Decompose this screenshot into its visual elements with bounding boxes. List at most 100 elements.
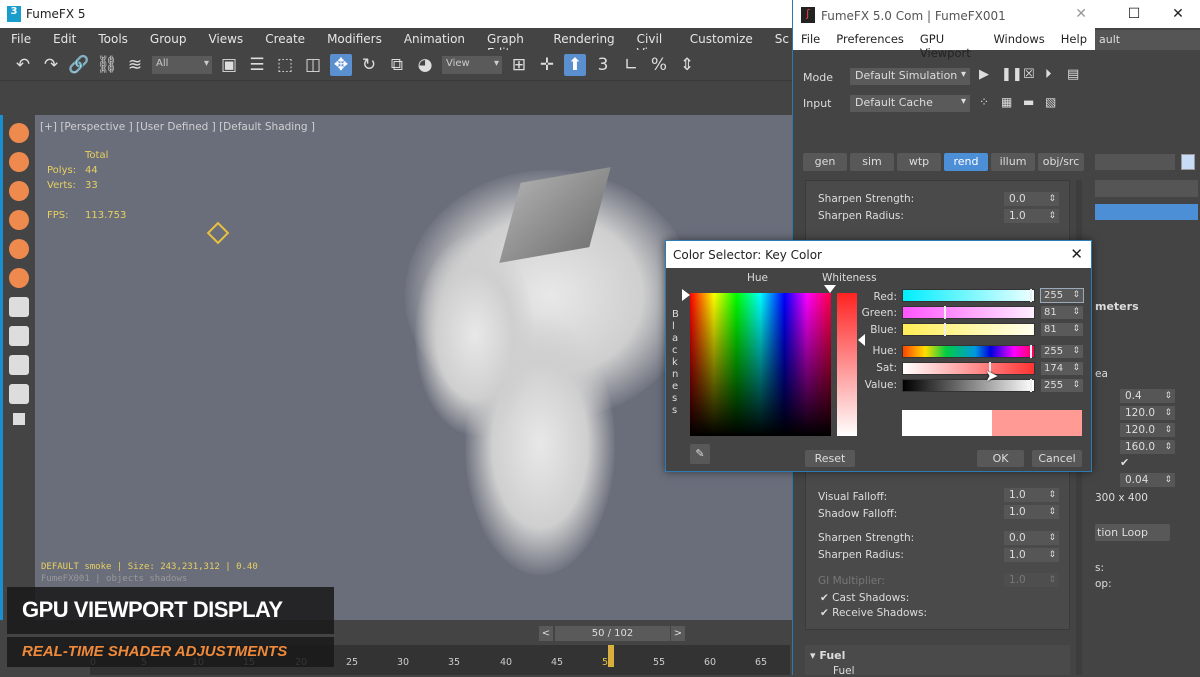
shadow-falloff-spinner[interactable]: 1.0 xyxy=(1004,505,1059,519)
param-spinner[interactable]: 0.04 xyxy=(1120,473,1175,487)
globe-icon[interactable] xyxy=(9,181,29,201)
menu-civil-view[interactable]: Civil View xyxy=(626,28,679,60)
select-by-name-icon[interactable]: ☰ xyxy=(246,54,268,76)
blue-slider[interactable] xyxy=(902,323,1035,336)
viewport-label[interactable]: [+] [Perspective ] [User Defined ] [Defa… xyxy=(40,121,315,133)
output-file-icon[interactable]: ▦ xyxy=(1001,95,1012,109)
menu-animation[interactable]: Animation xyxy=(393,28,476,50)
fx-menu-gpu-viewport[interactable]: GPU Viewport xyxy=(912,30,986,60)
tab-sim[interactable]: sim xyxy=(850,153,894,171)
cast-shadows-checkbox[interactable]: ✔ Cast Shadows: xyxy=(820,592,909,604)
fumefx-icon[interactable] xyxy=(9,268,29,288)
pivot-icon[interactable]: ⊞ xyxy=(508,54,530,76)
hue-arrow-icon[interactable] xyxy=(824,285,836,293)
menu-rendering[interactable]: Rendering xyxy=(542,28,625,50)
sphere-icon[interactable] xyxy=(9,152,29,172)
loop-button[interactable]: tion Loop xyxy=(1095,524,1170,541)
select-manipulate-icon[interactable]: ✛ xyxy=(536,54,558,76)
green-spinner[interactable]: 81 xyxy=(1041,306,1083,319)
menu-tools[interactable]: Tools xyxy=(87,28,139,50)
grid-icon[interactable]: ⁘ xyxy=(979,95,989,109)
start-simulation-icon[interactable]: ▶ xyxy=(979,67,989,82)
slider-marker[interactable] xyxy=(943,323,946,336)
redo-icon[interactable]: ↷ xyxy=(40,54,62,76)
bind-spacewarp-icon[interactable]: ≋ xyxy=(124,54,146,76)
dialog-close-button[interactable]: ✕ xyxy=(1070,245,1083,263)
stripes-icon[interactable] xyxy=(9,384,29,404)
receive-shadows-checkbox[interactable]: ✔ Receive Shadows: xyxy=(820,607,927,619)
move-icon[interactable]: ✥ xyxy=(330,54,352,76)
unlink-icon[interactable]: ⛓ xyxy=(96,54,118,76)
param-spinner[interactable]: 160.0 xyxy=(1120,440,1175,454)
window-crossing-icon[interactable]: ◫ xyxy=(302,54,324,76)
param-spinner[interactable]: 120.0 xyxy=(1120,423,1175,437)
rollout-title[interactable]: meters xyxy=(1095,300,1139,313)
fx-menu-windows[interactable]: Windows xyxy=(985,30,1052,50)
spinner-snap-icon[interactable]: ⇕ xyxy=(676,54,698,76)
rotate-icon[interactable]: ↻ xyxy=(358,54,380,76)
param-spinner[interactable]: 120.0 xyxy=(1120,406,1175,420)
sat-spinner[interactable]: 174 xyxy=(1041,362,1083,375)
angle-snap-icon[interactable]: ∟ xyxy=(620,54,642,76)
cancel-button[interactable]: Cancel xyxy=(1032,450,1082,467)
rect-selection-icon[interactable]: ⬚ xyxy=(274,54,296,76)
fx-menu-file[interactable]: File xyxy=(793,30,828,50)
world-icon[interactable] xyxy=(9,297,29,317)
undo-icon[interactable]: ↶ xyxy=(12,54,34,76)
reference-coord-dropdown[interactable]: View xyxy=(442,56,502,74)
input-dropdown[interactable]: Default Cache xyxy=(850,95,970,112)
current-frame-marker[interactable] xyxy=(608,645,614,667)
eyedropper-icon[interactable]: ✎ xyxy=(690,444,710,464)
next-frame-button[interactable]: > xyxy=(671,626,685,641)
menu-customize[interactable]: Customize xyxy=(679,28,764,50)
sharpen-strength-spinner[interactable]: 0.0 xyxy=(1004,531,1059,545)
visual-falloff-spinner[interactable]: 1.0 xyxy=(1004,488,1059,502)
maximize-button[interactable]: ☐ xyxy=(1112,0,1156,28)
time-slider[interactable]: 50 / 102 xyxy=(555,626,670,641)
blue-spinner[interactable]: 81 xyxy=(1041,323,1083,336)
blackness-arrow-icon[interactable] xyxy=(682,289,690,301)
sharpen-radius-spinner[interactable]: 1.0 xyxy=(1004,548,1059,562)
modifier-stack-item[interactable] xyxy=(1095,204,1198,220)
red-spinner[interactable]: 255 xyxy=(1040,288,1084,303)
slider-marker[interactable] xyxy=(1030,289,1032,302)
play-icon[interactable] xyxy=(13,413,25,425)
checkbox[interactable]: ✔ xyxy=(1120,456,1129,469)
light-helper-icon[interactable] xyxy=(206,221,230,245)
menu-create[interactable]: Create xyxy=(254,28,316,50)
ok-button[interactable]: OK xyxy=(977,450,1024,467)
fuel-rollout[interactable]: ▾ Fuel Fuel xyxy=(805,645,1070,677)
menu-graph-editors[interactable]: Graph Editors xyxy=(476,28,542,60)
layers-icon[interactable] xyxy=(9,355,29,375)
fx-menu-help[interactable]: Help xyxy=(1053,30,1095,50)
tab-gen[interactable]: gen xyxy=(803,153,847,171)
percent-snap-icon[interactable]: % xyxy=(648,54,670,76)
cache-file-icon[interactable]: ▧ xyxy=(1045,95,1056,109)
menu-modifiers[interactable]: Modifiers xyxy=(316,28,393,50)
reset-button[interactable]: Reset xyxy=(805,450,855,467)
continue-icon[interactable]: ⏵ xyxy=(1045,67,1052,82)
create-icon[interactable] xyxy=(9,123,29,143)
slider-marker[interactable] xyxy=(943,306,946,319)
sharpen-strength-spinner[interactable]: 0.0 xyxy=(1004,192,1059,206)
sharpen-radius-spinner[interactable]: 1.0 xyxy=(1004,209,1059,223)
name-field[interactable] xyxy=(1095,154,1175,170)
selection-filter-dropdown[interactable]: All xyxy=(152,56,212,74)
modifier-list-dropdown[interactable] xyxy=(1095,180,1198,197)
tab-rend[interactable]: rend xyxy=(944,153,988,171)
folder-icon[interactable]: ▬ xyxy=(1023,95,1034,109)
fuel-checkbox-label[interactable]: Fuel xyxy=(833,665,855,677)
pause-icon[interactable]: ❚❚ xyxy=(1001,67,1023,82)
tab-illum[interactable]: illum xyxy=(991,153,1035,171)
prev-frame-button[interactable]: < xyxy=(539,626,553,641)
red-slider[interactable] xyxy=(902,289,1035,302)
menu-group[interactable]: Group xyxy=(139,28,198,50)
select-object-icon[interactable]: ▣ xyxy=(218,54,240,76)
value-spinner[interactable]: 255 xyxy=(1041,379,1083,392)
close-button[interactable]: ✕ xyxy=(1156,0,1200,28)
tab-wtp[interactable]: wtp xyxy=(897,153,941,171)
green-slider[interactable] xyxy=(902,306,1035,319)
sat-slider[interactable] xyxy=(902,362,1035,375)
preview-icon[interactable]: ▤ xyxy=(1067,67,1079,82)
slider-marker[interactable] xyxy=(1030,345,1032,358)
